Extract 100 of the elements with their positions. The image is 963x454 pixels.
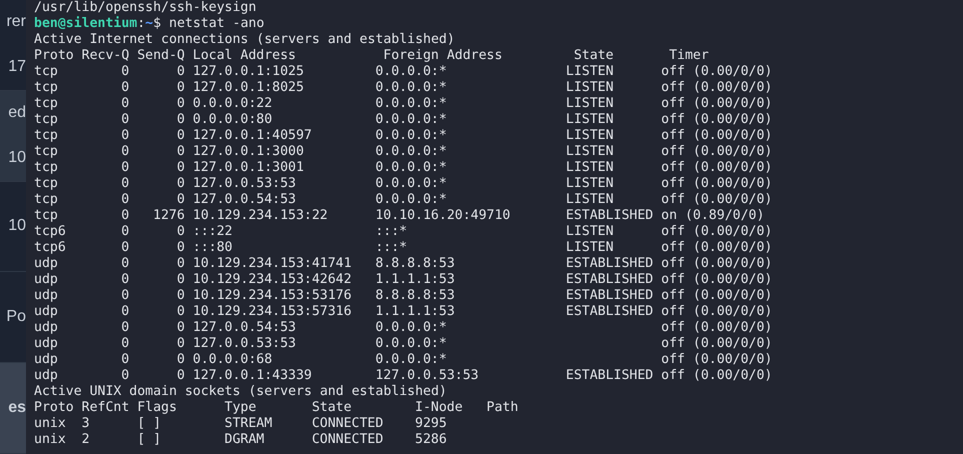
prompt-line: ben@silentium:~$ netstat -ano bbox=[34, 16, 266, 32]
table-cell-text: LISTEN bbox=[566, 80, 615, 96]
table-cell-text: 0 bbox=[120, 80, 130, 96]
table-cell-text: 0 bbox=[176, 240, 185, 256]
page-text: es bbox=[8, 399, 26, 418]
table-cell-text: off (0.00/0/0) bbox=[661, 80, 774, 96]
column-header: Foreign Address bbox=[383, 48, 504, 64]
page-text: 17 bbox=[8, 58, 26, 76]
table-cell-text: tcp bbox=[34, 176, 59, 192]
table-cell-text: 0 bbox=[176, 64, 185, 80]
table-cell-text: ESTABLISHED bbox=[566, 272, 654, 288]
table-cell-text: 0 bbox=[176, 352, 185, 368]
table-cell-text: 0.0.0.0:* bbox=[375, 128, 448, 144]
table-cell-text: 127.0.0.1:3001 bbox=[192, 160, 305, 176]
column-header: Flags bbox=[137, 400, 178, 416]
table-cell-text: 0 bbox=[120, 288, 130, 304]
table-cell-text: LISTEN bbox=[566, 144, 615, 160]
table-cell-text: 8.8.8.8:53 bbox=[375, 256, 456, 272]
column-header: Path bbox=[486, 400, 520, 416]
table-cell-text: udp bbox=[34, 272, 59, 288]
table-cell-text: 0 bbox=[120, 272, 130, 288]
table-cell-text: 0 bbox=[176, 368, 185, 384]
table-cell-text: 0.0.0.0:* bbox=[375, 144, 448, 160]
table-cell-text: on (0.89/0/0) bbox=[661, 208, 766, 224]
table-cell-text: 0 bbox=[120, 144, 130, 160]
table-cell-text: 1.1.1.1:53 bbox=[375, 304, 456, 320]
table-cell-text: [ ] bbox=[137, 432, 162, 448]
table-cell-text: 0 bbox=[176, 96, 185, 112]
table-cell-text: LISTEN bbox=[566, 176, 615, 192]
table-cell-text: udp bbox=[34, 368, 59, 384]
table-cell-text: off (0.00/0/0) bbox=[661, 272, 774, 288]
table-cell-text: 127.0.0.1:40597 bbox=[192, 128, 313, 144]
table-cell-text: tcp bbox=[34, 96, 59, 112]
table-cell-text: off (0.00/0/0) bbox=[661, 336, 774, 352]
table-cell-text: 0 bbox=[120, 160, 130, 176]
section-heading: Active Internet connections (servers and established) bbox=[34, 32, 456, 48]
page-text: Po bbox=[6, 308, 26, 326]
table-cell-text: 0 bbox=[176, 160, 185, 176]
table-cell-text: [ ] bbox=[137, 416, 162, 432]
table-cell-text: tcp bbox=[34, 80, 59, 96]
table-cell-text: ESTABLISHED bbox=[566, 256, 654, 272]
table-cell-text: 127.0.0.53:53 bbox=[375, 368, 480, 384]
table-cell-text: 0 bbox=[176, 288, 185, 304]
table-cell-text: 0 bbox=[120, 368, 130, 384]
table-cell-text: 0 bbox=[176, 80, 185, 96]
section-heading: Active UNIX domain sockets (servers and established) bbox=[34, 384, 448, 400]
table-cell-text: 0 bbox=[176, 272, 185, 288]
table-cell-text: tcp bbox=[34, 192, 59, 208]
table-cell-text: off (0.00/0/0) bbox=[661, 304, 774, 320]
table-cell-text: ESTABLISHED bbox=[566, 368, 654, 384]
table-cell-text: 0 bbox=[120, 304, 130, 320]
table-cell-text: udp bbox=[34, 352, 59, 368]
table-cell-text: udp bbox=[34, 256, 59, 272]
table-cell-text: 0.0.0.0:* bbox=[375, 336, 448, 352]
table-cell-text: 10.129.234.153:22 bbox=[192, 208, 329, 224]
table-cell-text: tcp bbox=[34, 160, 59, 176]
table-cell-text: LISTEN bbox=[566, 192, 615, 208]
table-cell-text: 10.129.234.153:42642 bbox=[192, 272, 353, 288]
table-cell-text: 0.0.0.0:* bbox=[375, 112, 448, 128]
table-cell-text: off (0.00/0/0) bbox=[661, 144, 774, 160]
table-cell-text: 0 bbox=[120, 352, 130, 368]
table-cell-text: tcp6 bbox=[34, 240, 67, 256]
table-cell-text: udp bbox=[34, 304, 59, 320]
column-header: Send-Q bbox=[137, 48, 186, 64]
table-cell-text: 0.0.0.0:* bbox=[375, 80, 448, 96]
terminal-line: /usr/lib/openssh/ssh-keysign bbox=[34, 0, 258, 16]
page-text: 10 bbox=[8, 217, 26, 236]
table-cell-text: 0 bbox=[176, 176, 185, 192]
table-cell-text: 127.0.0.1:1025 bbox=[192, 64, 305, 80]
table-cell-text: 10.129.234.153:57316 bbox=[192, 304, 353, 320]
table-cell-text: :::22 bbox=[192, 224, 234, 240]
table-cell-text: 0 bbox=[120, 240, 130, 256]
column-header: Proto bbox=[34, 48, 75, 64]
table-cell-text: 0 bbox=[120, 112, 130, 128]
column-header: Type bbox=[224, 400, 258, 416]
table-cell-text: 1276 bbox=[152, 208, 185, 224]
column-header: I-Node bbox=[415, 400, 464, 416]
table-cell-text: off (0.00/0/0) bbox=[661, 112, 774, 128]
table-cell-text: off (0.00/0/0) bbox=[661, 128, 774, 144]
table-cell-text: 0.0.0.0:68 bbox=[192, 352, 274, 368]
table-cell-text: 0.0.0.0:* bbox=[375, 96, 448, 112]
table-cell-text: 127.0.0.1:3000 bbox=[192, 144, 305, 160]
table-cell-text: 0.0.0.0:* bbox=[375, 176, 448, 192]
table-cell-text: 0.0.0.0:* bbox=[375, 192, 448, 208]
table-cell-text: LISTEN bbox=[566, 128, 615, 144]
table-cell-text: 0 bbox=[120, 192, 130, 208]
table-cell-text: 0.0.0.0:* bbox=[375, 352, 448, 368]
table-cell-text: ESTABLISHED bbox=[566, 208, 654, 224]
table-cell-text: :::* bbox=[375, 224, 408, 240]
table-cell-text: 0 bbox=[120, 208, 130, 224]
table-cell-text: STREAM bbox=[224, 416, 274, 432]
column-header: State bbox=[312, 400, 353, 416]
table-cell-text: 10.10.16.20:49710 bbox=[375, 208, 512, 224]
table-cell-text: off (0.00/0/0) bbox=[661, 352, 774, 368]
column-header: Recv-Q bbox=[82, 48, 130, 64]
table-cell-text: off (0.00/0/0) bbox=[661, 192, 774, 208]
table-cell-text: LISTEN bbox=[566, 96, 615, 112]
column-header: Local Address bbox=[192, 48, 297, 64]
table-cell-text: 8.8.8.8:53 bbox=[375, 288, 456, 304]
table-cell-text: CONNECTED bbox=[312, 416, 384, 432]
